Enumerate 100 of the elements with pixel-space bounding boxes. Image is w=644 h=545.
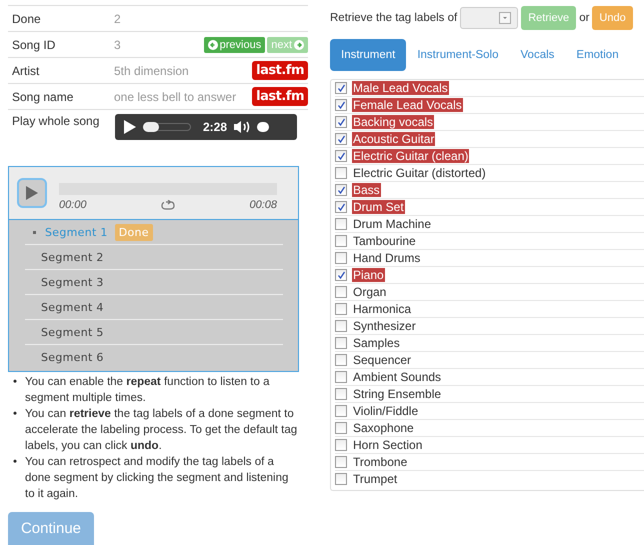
previous-button[interactable]: previous <box>204 36 266 52</box>
left-arrow-icon <box>208 40 218 50</box>
segment-item[interactable]: Segment 3 <box>25 269 283 294</box>
tag-label: Sequencer <box>352 353 412 367</box>
checkbox[interactable] <box>335 354 347 366</box>
volume-icon[interactable] <box>233 120 252 134</box>
tag-label: Ambient Sounds <box>352 370 442 384</box>
checkbox[interactable] <box>335 269 347 281</box>
bullet: • <box>12 407 18 422</box>
category-tab[interactable]: Instrument <box>330 39 406 71</box>
checkbox[interactable] <box>335 218 347 230</box>
continue-button[interactable]: Continue <box>8 512 94 545</box>
tag-label: Samples <box>352 336 401 350</box>
tag-label: Drum Machine <box>352 217 432 231</box>
tag-label: Hand Drums <box>352 251 422 265</box>
segment-label: Segment 6 <box>41 350 104 364</box>
play-icon[interactable] <box>123 119 137 135</box>
info-label: Artist <box>12 64 40 78</box>
play-button[interactable] <box>17 178 47 208</box>
checkbox[interactable] <box>335 371 347 383</box>
info-value: 3 <box>114 38 122 52</box>
seek-thumb[interactable] <box>143 122 159 132</box>
info-value: one less bell to answer <box>114 90 238 104</box>
segment-label: Segment 5 <box>41 326 104 338</box>
checkbox[interactable] <box>335 320 347 332</box>
tag-label: Tambourine <box>352 234 417 248</box>
checkbox[interactable] <box>335 473 347 485</box>
segment-label: Segment 1 <box>45 226 108 238</box>
tag-label: Violin/Fiddle <box>352 404 420 418</box>
segment-select[interactable] <box>460 7 518 29</box>
checkbox[interactable] <box>335 167 347 179</box>
note-text: You can enable the repeat function to listen to a segment multiple times. <box>25 375 270 406</box>
tag-label: Harmonica <box>352 302 412 316</box>
repeat-icon[interactable] <box>160 200 176 210</box>
checkbox[interactable] <box>335 99 347 111</box>
segment-item[interactable]: Segment 2 <box>25 244 283 269</box>
checkbox[interactable] <box>335 184 347 196</box>
tag-label: Trumpet <box>352 472 398 486</box>
undo-button[interactable]: Undo <box>592 6 633 30</box>
bullet: • <box>12 455 18 470</box>
segment-item[interactable]: Segment 6 <box>25 344 283 369</box>
play-icon <box>26 186 38 200</box>
segment-label: Segment 4 <box>41 300 104 314</box>
seek-bar[interactable] <box>143 123 191 131</box>
note-text: You can retrospect and modify the tag labels of a done segment by clicking the segment and listening to it again. <box>25 455 290 502</box>
checkbox[interactable] <box>335 116 347 128</box>
tag-label: Electric Guitar (distorted) <box>352 166 487 180</box>
info-value: 5th dimension <box>114 64 190 78</box>
bullet: • <box>12 375 18 390</box>
tag-label: Drum Set <box>352 200 405 214</box>
tag-label: Piano <box>352 268 385 282</box>
segment-item[interactable]: Segment 1 Done <box>25 220 283 244</box>
segment-label: Segment 2 <box>41 250 104 264</box>
tag-label: String Ensemble <box>352 387 442 401</box>
checkbox[interactable] <box>335 82 347 94</box>
right-arrow-icon <box>294 40 304 50</box>
checkbox[interactable] <box>335 235 347 247</box>
tag-label: Organ <box>352 285 388 299</box>
tag-label: Horn Section <box>352 438 424 452</box>
tag-label: Female Lead Vocals <box>352 98 463 112</box>
checkbox[interactable] <box>335 388 347 400</box>
checkbox[interactable] <box>335 337 347 349</box>
info-label: Song ID <box>12 38 56 52</box>
info-label: Done <box>12 12 42 26</box>
tag-label: Synthesizer <box>352 319 417 333</box>
playback-time: 2:28 <box>203 120 228 134</box>
start-time: 00:00 <box>59 199 87 211</box>
checkbox[interactable] <box>335 405 347 417</box>
info-value: 2 <box>114 12 122 26</box>
checkbox[interactable] <box>335 439 347 451</box>
dropdown-icon <box>499 12 512 24</box>
category-tab[interactable]: Vocals <box>510 39 566 71</box>
note-text: You can retrieve the tag labels of a done segment to accelerate the labeling process. To get the default tag labels, you can click undo. <box>25 407 298 454</box>
checkbox[interactable] <box>335 150 347 162</box>
lastfm-button[interactable]: last.fm <box>252 87 308 106</box>
bullet-icon <box>33 230 36 234</box>
checkbox[interactable] <box>335 456 347 468</box>
tag-label: Electric Guitar (clean) <box>352 149 470 163</box>
checkbox[interactable] <box>335 286 347 298</box>
info-label: Play whole song <box>12 114 100 130</box>
category-tab[interactable]: Instrument-Solo <box>406 39 510 71</box>
end-time: 00:08 <box>249 199 277 211</box>
checkbox[interactable] <box>335 422 347 434</box>
tag-label: Acoustic Guitar <box>352 132 436 146</box>
category-tab[interactable]: Emotion <box>565 39 630 71</box>
tag-label: Backing vocals <box>352 115 434 129</box>
info-label: Song name <box>12 90 74 104</box>
segment-label: Segment 3 <box>41 276 104 288</box>
tag-label: Male Lead Vocals <box>352 81 449 95</box>
segment-item[interactable]: Segment 4 <box>25 294 283 319</box>
volume-knob-icon[interactable] <box>257 122 270 132</box>
checkbox[interactable] <box>335 201 347 213</box>
tag-label: Bass <box>352 183 381 197</box>
checkbox[interactable] <box>335 252 347 264</box>
done-badge: Done <box>114 224 153 240</box>
checkbox[interactable] <box>335 303 347 315</box>
checkbox[interactable] <box>335 133 347 145</box>
lastfm-button[interactable]: last.fm <box>252 61 308 80</box>
tag-label: Trombone <box>352 455 408 469</box>
segment-item[interactable]: Segment 5 <box>25 319 283 344</box>
